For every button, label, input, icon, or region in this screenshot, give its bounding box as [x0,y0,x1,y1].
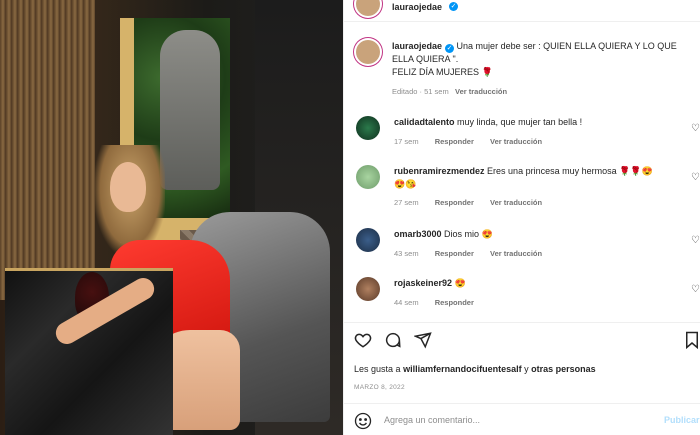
likes-user[interactable]: williamfernandocifuentesalf [403,364,522,374]
wood-panel [0,0,95,300]
comment-age: 44 sem [394,298,419,307]
like-comment-heart-icon[interactable]: ♡ [691,236,700,246]
publish-button[interactable]: Publicar [664,415,700,425]
post-header: lauraojedae ✓ [344,0,700,22]
comment-icon[interactable] [384,331,402,349]
comment-text: rojaskeiner92 😍 [394,277,694,290]
reply-button[interactable]: Responder [435,198,474,207]
comment-avatar[interactable] [356,165,380,189]
caption-username[interactable]: lauraojedae [392,41,442,51]
post-sidebar: lauraojedae ✓ lauraojedae ✓ Una mujer deb… [343,0,700,435]
likes-joiner: y [524,364,529,374]
comment-meta: 27 sem Responder Ver traducción [394,198,556,207]
comment-username[interactable]: calidadtalento [394,117,455,127]
comment-body: Dios mio 😍 [444,229,493,239]
caption-translate-link[interactable]: Ver traducción [455,87,507,96]
comment-text: calidadtalento muy linda, que mujer tan … [394,116,694,129]
reply-button[interactable]: Responder [435,137,474,146]
likes-prefix: Les gusta a [354,364,401,374]
reply-button[interactable]: Responder [435,298,474,307]
author-avatar[interactable] [356,0,380,16]
edited-label: Editado [392,87,418,96]
comment-meta: 17 sem Responder Ver traducción [394,137,556,146]
comment-body: Eres una princesa muy hermosa 🌹🌹😍 [487,166,653,176]
post-actions: Les gusta a williamfernandocifuentesalf … [344,322,700,435]
statue [160,30,220,190]
caption-avatar[interactable] [356,40,380,64]
comment-username[interactable]: rubenramirezmendez [394,166,485,176]
comment-username[interactable]: rojaskeiner92 [394,278,452,288]
like-comment-heart-icon[interactable]: ♡ [691,173,700,183]
translate-link[interactable]: Ver traducción [490,137,542,146]
verified-icon: ✓ [449,2,458,11]
comment-text: rubenramirezmendez Eres una princesa muy… [394,165,694,191]
reply-button[interactable]: Responder [435,249,474,258]
comment-avatar[interactable] [356,277,380,301]
add-comment-row: Agrega un comentario... Publicar [344,403,700,435]
add-comment-input[interactable]: Agrega un comentario... [384,415,480,425]
caption-meta: Editado · 51 sem Ver traducción [392,87,508,96]
likes-others[interactable]: otras personas [531,364,596,374]
comment-body: 😍 [454,278,466,288]
comment-body-cont: 😍😘 [394,179,417,189]
caption-age: 51 sem [424,87,449,96]
save-icon[interactable] [684,331,700,349]
post-date[interactable]: MARZO 8, 2022 [354,384,405,391]
comment-meta: 44 sem Responder [394,298,488,307]
comment-avatar[interactable] [356,116,380,140]
caption-line2: FELIZ DÍA MUJERES 🌹 [392,67,493,77]
comment-body: muy linda, que mujer tan bella ! [457,117,583,127]
comment-meta: 43 sem Responder Ver traducción [394,249,556,258]
post-photo[interactable] [0,0,343,435]
translate-link[interactable]: Ver traducción [490,249,542,258]
comment-avatar[interactable] [356,228,380,252]
face [110,162,146,212]
emoji-icon[interactable] [354,412,372,430]
heart-icon[interactable] [354,331,372,349]
comment-age: 43 sem [394,249,419,258]
verified-icon: ✓ [445,44,455,53]
comment-text: omarb3000 Dios mio 😍 [394,228,694,241]
translate-link[interactable]: Ver traducción [490,198,542,207]
comment-age: 17 sem [394,137,419,146]
likes-line: Les gusta a williamfernandocifuentesalf … [354,364,596,374]
caption-text: lauraojedae ✓ Una mujer debe ser : QUIEN … [392,40,692,98]
like-comment-heart-icon[interactable]: ♡ [691,124,700,134]
comment-username[interactable]: omarb3000 [394,229,442,239]
comment-age: 27 sem [394,198,419,207]
like-comment-heart-icon[interactable]: ♡ [691,285,700,295]
share-icon[interactable] [414,331,432,349]
header-username[interactable]: lauraojedae [392,2,442,12]
